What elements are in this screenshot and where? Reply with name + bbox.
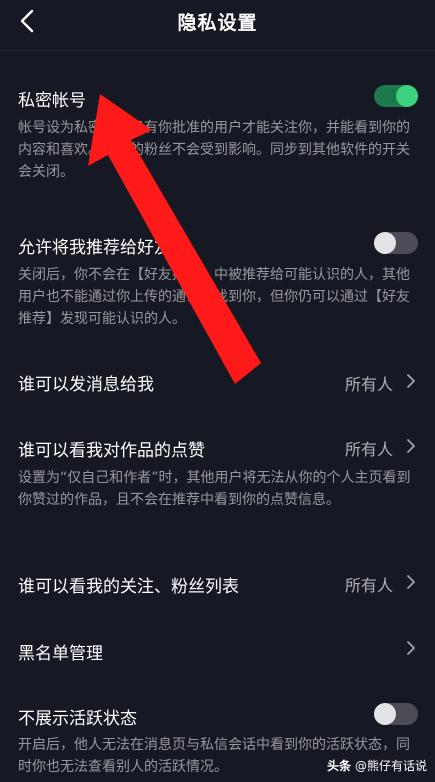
- follow-list-permission-label: 谁可以看我的关注、粉丝列表: [18, 577, 239, 597]
- private-account-description: 帐号设为私密时，只有你批准的用户才能关注你，并能看到你的内容和喜欢。现有的粉丝不…: [18, 120, 410, 180]
- private-account-toggle[interactable]: [374, 85, 418, 107]
- recommend-label: 允许将我推荐给好友: [18, 238, 171, 258]
- toggle-knob: [374, 232, 396, 254]
- chevron-right-icon: [403, 574, 419, 590]
- message-permission-value: 所有人: [344, 375, 393, 394]
- message-permission-label: 谁可以发消息给我: [18, 375, 154, 395]
- watermark: 头条 @熊仔有话说: [327, 757, 427, 774]
- likes-permission-label: 谁可以看我对作品的点赞: [18, 441, 205, 461]
- toggle-knob: [374, 703, 396, 725]
- follow-list-permission-value: 所有人: [344, 576, 393, 595]
- recommend-description: 关闭后，你不会在【好友推荐】中被推荐给可能认识的人，其他用户也不能通过你上传的通…: [18, 267, 410, 327]
- activity-status-toggle[interactable]: [374, 703, 418, 725]
- chevron-right-icon: [403, 373, 419, 389]
- recommend-toggle[interactable]: [374, 232, 418, 254]
- chevron-right-icon: [403, 438, 419, 454]
- blacklist-label: 黑名单管理: [18, 644, 103, 664]
- likes-permission-value: 所有人: [344, 440, 393, 459]
- watermark-brand: 头条: [326, 759, 351, 773]
- private-account-label: 私密帐号: [18, 91, 86, 111]
- chevron-right-icon: [403, 640, 419, 656]
- activity-status-label: 不展示活跃状态: [18, 709, 137, 729]
- watermark-account: @熊仔有话说: [354, 759, 427, 773]
- top-bar: 隐私设置: [0, 0, 435, 44]
- likes-permission-description: 设置为“仅自己和作者”时，其他用户将无法从你的个人主页看到你赞过的作品，且不会在…: [18, 470, 411, 508]
- header-divider: [0, 50, 435, 51]
- toggle-knob: [396, 85, 418, 107]
- page-title: 隐私设置: [177, 12, 258, 34]
